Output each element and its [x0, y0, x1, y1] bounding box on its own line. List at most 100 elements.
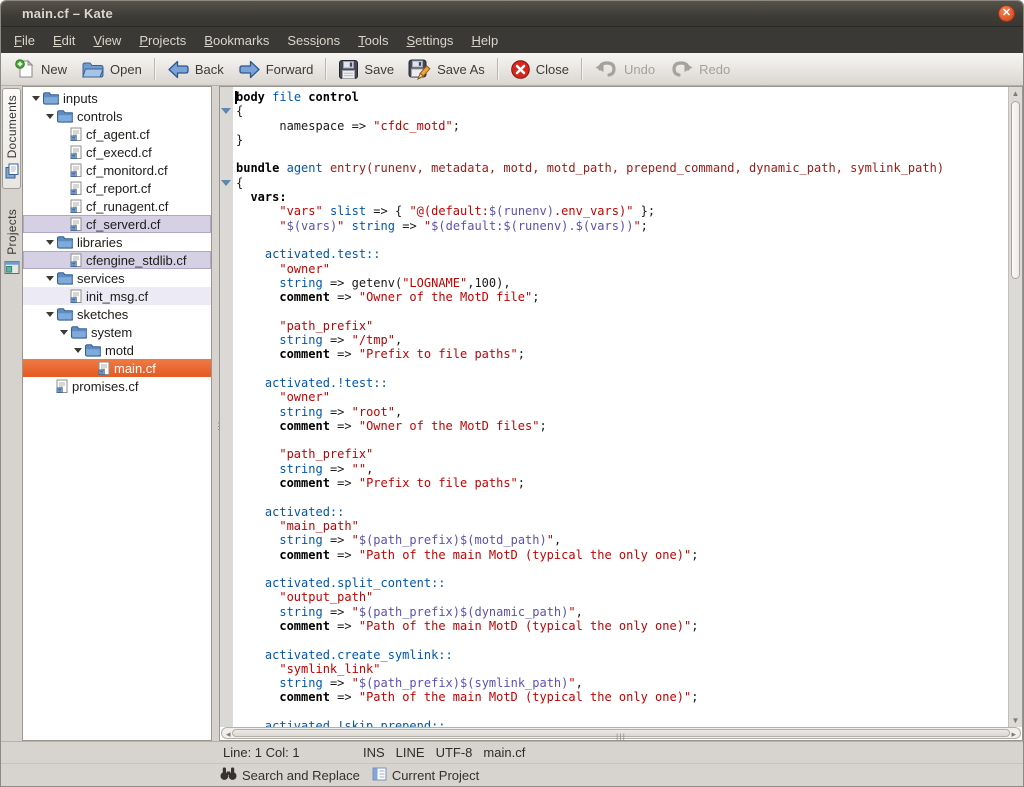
code-line[interactable]: string => "$(path_prefix)$(motd_path)",	[236, 533, 1008, 547]
code-line[interactable]: activated.!test::	[236, 376, 1008, 390]
code-line[interactable]: string => "",	[236, 462, 1008, 476]
fold-marker-column[interactable]	[220, 87, 233, 727]
new-button[interactable]: New	[7, 55, 74, 83]
forward-button[interactable]: Forward	[231, 56, 321, 83]
tree-item-main-cf[interactable]: main.cf	[23, 359, 211, 377]
sidebar-tab-documents[interactable]: Documents	[2, 88, 21, 189]
tree-item-sketches[interactable]: sketches	[23, 305, 211, 323]
code-line[interactable]: comment => "Owner of the MotD files";	[236, 419, 1008, 433]
code-view[interactable]: body file control{ namespace => "cfdc_mo…	[233, 87, 1008, 727]
menu-projects[interactable]: Projects	[130, 29, 195, 52]
tree-item-controls[interactable]: controls	[23, 107, 211, 125]
tree-item-cf-runagent-cf[interactable]: cf_runagent.cf	[23, 197, 211, 215]
code-line[interactable]: comment => "Path of the main MotD (typic…	[236, 690, 1008, 704]
code-line[interactable]: namespace => "cfdc_motd";	[236, 119, 1008, 133]
tree-item-inputs[interactable]: inputs	[23, 89, 211, 107]
code-line[interactable]: string => "$(path_prefix)$(symlink_path)…	[236, 676, 1008, 690]
code-line[interactable]	[236, 633, 1008, 647]
code-line[interactable]: activated.test::	[236, 247, 1008, 261]
code-line[interactable]: }	[236, 133, 1008, 147]
code-line[interactable]: "output_path"	[236, 590, 1008, 604]
expander-icon[interactable]	[31, 96, 41, 101]
encoding[interactable]: UTF-8	[436, 745, 473, 760]
code-line[interactable]: "owner"	[236, 262, 1008, 276]
vertical-scrollbar-thumb[interactable]	[1011, 101, 1020, 279]
code-line[interactable]: activated.!skip_prepend::	[236, 719, 1008, 727]
code-line[interactable]	[236, 705, 1008, 719]
code-line[interactable]: string => getenv("LOGNAME",100),	[236, 276, 1008, 290]
menu-help[interactable]: Help	[462, 29, 507, 52]
search-and-replace-button[interactable]: Search and Replace	[220, 766, 360, 784]
code-line[interactable]: "path_prefix"	[236, 319, 1008, 333]
scroll-up-icon[interactable]: ▲	[1009, 89, 1022, 98]
code-line[interactable]	[236, 433, 1008, 447]
tree-item-cf-serverd-cf[interactable]: cf_serverd.cf	[23, 215, 211, 233]
tree-item-cf-report-cf[interactable]: cf_report.cf	[23, 179, 211, 197]
scroll-left-icon[interactable]: ◂	[226, 729, 231, 740]
scroll-down-icon[interactable]: ▼	[1009, 716, 1022, 725]
code-line[interactable]: "$(vars)" string => "$(default:$(runenv)…	[236, 219, 1008, 233]
menu-edit[interactable]: Edit	[44, 29, 84, 52]
expander-icon[interactable]	[45, 276, 55, 281]
horizontal-scrollbar-thumb[interactable]: |||	[232, 729, 1010, 737]
tree-item-init-msg-cf[interactable]: init_msg.cf	[23, 287, 211, 305]
code-line[interactable]	[236, 490, 1008, 504]
code-line[interactable]	[236, 147, 1008, 161]
panel-splitter[interactable]: ⋮	[212, 86, 219, 741]
titlebar[interactable]: main.cf – Kate ✕	[1, 1, 1023, 27]
code-line[interactable]	[236, 233, 1008, 247]
code-line[interactable]: "vars" slist => { "@(default:$(runenv).e…	[236, 204, 1008, 218]
tree-item-cf-monitord-cf[interactable]: cf_monitord.cf	[23, 161, 211, 179]
tree-item-system[interactable]: system	[23, 323, 211, 341]
vertical-scrollbar[interactable]: ▲ ▼	[1008, 87, 1022, 727]
code-fold-icon[interactable]	[221, 180, 231, 186]
current-project-button[interactable]: Current Project	[372, 767, 479, 784]
expander-icon[interactable]	[45, 240, 55, 245]
tree-item-cf-execd-cf[interactable]: cf_execd.cf	[23, 143, 211, 161]
menu-bookmarks[interactable]: Bookmarks	[195, 29, 278, 52]
back-button[interactable]: Back	[160, 56, 231, 83]
close-button[interactable]: Close	[503, 56, 576, 83]
tree-item-cfengine-stdlib-cf[interactable]: cfengine_stdlib.cf	[23, 251, 211, 269]
tree-item-services[interactable]: services	[23, 269, 211, 287]
code-line[interactable]: comment => "Path of the main MotD (typic…	[236, 548, 1008, 562]
window-close-icon[interactable]: ✕	[998, 5, 1015, 22]
code-line[interactable]: comment => "Prefix to file paths";	[236, 476, 1008, 490]
sidebar-tab-projects[interactable]: Projects	[2, 203, 21, 284]
code-line[interactable]	[236, 304, 1008, 318]
code-line[interactable]: {	[236, 104, 1008, 118]
expander-icon[interactable]	[73, 348, 83, 353]
menu-file[interactable]: File	[5, 29, 44, 52]
expander-icon[interactable]	[45, 312, 55, 317]
code-line[interactable]: bundle agent entry(runenv, metadata, mot…	[236, 161, 1008, 175]
insert-mode[interactable]: INS	[363, 745, 385, 760]
menu-sessions[interactable]: Sessions	[278, 29, 349, 52]
code-line[interactable]: comment => "Owner of the MotD file";	[236, 290, 1008, 304]
code-fold-icon[interactable]	[221, 108, 231, 114]
code-line[interactable]: {	[236, 176, 1008, 190]
code-line[interactable]: "main_path"	[236, 519, 1008, 533]
scroll-right-icon[interactable]: ▸	[1011, 729, 1016, 740]
menu-tools[interactable]: Tools	[349, 29, 397, 52]
code-line[interactable]: vars:	[236, 190, 1008, 204]
code-line[interactable]: comment => "Prefix to file paths";	[236, 347, 1008, 361]
code-line[interactable]: comment => "Path of the main MotD (typic…	[236, 619, 1008, 633]
code-line[interactable]	[236, 362, 1008, 376]
menu-settings[interactable]: Settings	[397, 29, 462, 52]
code-line[interactable]: string => "$(path_prefix)$(dynamic_path)…	[236, 605, 1008, 619]
code-line[interactable]: "path_prefix"	[236, 447, 1008, 461]
tree-item-motd[interactable]: motd	[23, 341, 211, 359]
menu-view[interactable]: View	[84, 29, 130, 52]
open-button[interactable]: Open	[74, 56, 149, 83]
code-line[interactable]: activated.create_symlink::	[236, 648, 1008, 662]
code-line[interactable]: activated.split_content::	[236, 576, 1008, 590]
code-line[interactable]: string => "/tmp",	[236, 333, 1008, 347]
expander-icon[interactable]	[59, 330, 69, 335]
code-line[interactable]: string => "root",	[236, 405, 1008, 419]
eol-mode[interactable]: LINE	[396, 745, 425, 760]
saveas-button[interactable]: Save As	[401, 55, 492, 83]
tree-item-promises-cf[interactable]: promises.cf	[23, 377, 211, 395]
code-line[interactable]	[236, 562, 1008, 576]
code-line[interactable]: "symlink_link"	[236, 662, 1008, 676]
save-button[interactable]: Save	[331, 56, 401, 83]
